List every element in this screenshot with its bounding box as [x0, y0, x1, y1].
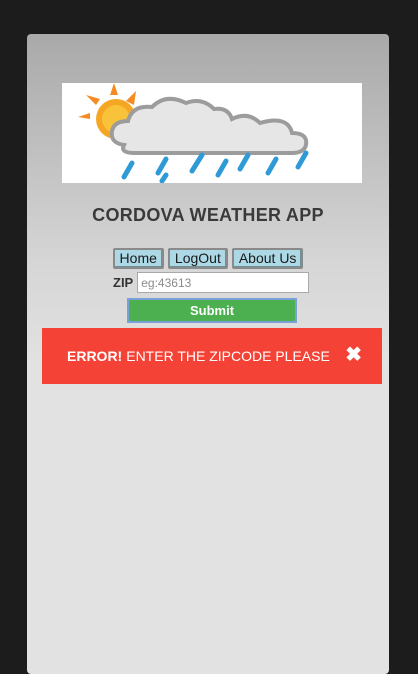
submit-button[interactable]: Submit: [127, 298, 297, 323]
alert-title: ERROR!: [67, 348, 123, 364]
page-title: CORDOVA WEATHER APP: [92, 205, 324, 225]
logout-button[interactable]: LogOut: [167, 248, 228, 269]
error-alert: ERROR! ENTER THE ZIPCODE PLEASE ✖: [42, 328, 382, 384]
alert-message: ENTER THE ZIPCODE PLEASE: [126, 348, 330, 364]
zip-label: ZIP: [113, 275, 134, 290]
zip-input[interactable]: [137, 272, 310, 293]
home-button[interactable]: Home: [112, 248, 164, 269]
app-screen: CORDOVA WEATHER APP Home LogOut About Us…: [27, 34, 389, 674]
about-us-button[interactable]: About Us: [231, 248, 304, 269]
weather-rain-sun-icon: [78, 83, 309, 183]
nav-bar: Home LogOut About Us: [27, 248, 389, 269]
weather-logo: [62, 83, 362, 183]
zip-row: ZIP: [113, 272, 310, 293]
close-icon[interactable]: ✖: [345, 345, 362, 365]
